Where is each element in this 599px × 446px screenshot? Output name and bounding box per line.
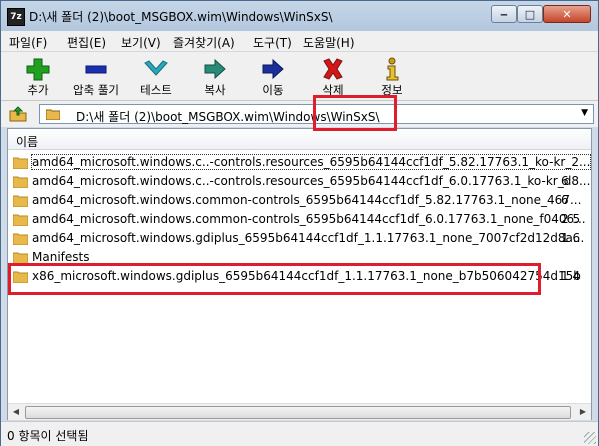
item-size: 1 6 [561,231,581,245]
app-window: 7z D:\새 폴더 (2)\boot_MSGBOX.wim\Windows\W… [0,0,599,446]
check-icon [144,60,168,76]
folder-icon [46,109,60,120]
folder-icon [13,233,28,245]
folder-up-icon[interactable] [9,106,27,122]
folder-icon [13,214,28,226]
horizontal-scrollbar[interactable]: ◀ ▶ [8,403,591,420]
list-item[interactable]: amd64_microsoft.windows.gdiplus_6595b641… [8,229,591,247]
info-button[interactable]: 정보 [364,54,420,98]
move-label: 이동 [262,83,284,97]
resize-grip-icon[interactable] [584,432,596,444]
test-button[interactable]: 테스트 [128,54,184,98]
menu-file[interactable]: 파일(F) [9,34,47,51]
scroll-left-icon[interactable]: ◀ [8,404,24,420]
add-label: 추가 [27,83,49,97]
copy-button[interactable]: 복사 [187,54,243,98]
maximize-button[interactable]: □ [517,5,543,23]
item-name: amd64_microsoft.windows.c..-controls.res… [30,154,591,170]
item-size: 2 5 [561,212,581,226]
list-item[interactable]: amd64_microsoft.windows.common-controls_… [8,191,591,209]
delete-button[interactable]: 삭제 [305,54,361,98]
address-bar: D:\새 폴더 (2)\boot_MSGBOX.wim\Windows\WinS… [1,101,598,127]
menu-favorites[interactable]: 즐겨찾기(A) [173,34,235,51]
copy-arrow-icon [204,58,226,80]
list-item[interactable]: amd64_microsoft.windows.c..-controls.res… [8,172,591,190]
item-name: amd64_microsoft.windows.common-controls_… [32,212,586,226]
column-name-label: 이름 [16,135,39,149]
menu-edit[interactable]: 편집(E) [67,34,106,51]
move-arrow-icon [262,58,284,80]
move-button[interactable]: 이동 [245,54,301,98]
title-bar[interactable]: 7z D:\새 폴더 (2)\boot_MSGBOX.wim\Windows\W… [1,1,598,31]
menu-help[interactable]: 도움말(H) [303,34,355,51]
menu-bar: 파일(F) 편집(E) 보기(V) 즐겨찾기(A) 도구(T) 도움말(H) [1,31,598,52]
copy-label: 복사 [204,83,226,97]
item-name: amd64_microsoft.windows.c..-controls.res… [32,174,591,188]
chevron-down-icon[interactable]: ▼ [581,108,588,118]
add-button[interactable]: 추가 [10,54,66,98]
delete-x-icon [323,58,343,80]
close-button[interactable]: ✕ [543,5,591,23]
highlight-box-address [313,95,397,131]
window-title: D:\새 폴더 (2)\boot_MSGBOX.wim\Windows\WinS… [29,10,333,24]
folder-icon [13,176,28,188]
scroll-right-icon[interactable]: ▶ [575,404,591,420]
scrollbar-thumb[interactable] [25,406,571,419]
list-item[interactable]: amd64_microsoft.windows.common-controls_… [8,210,591,228]
app-icon-7zip: 7z [7,8,25,26]
minimize-button[interactable]: ‒ [491,5,517,23]
test-label: 테스트 [140,83,172,97]
item-size: 1 4 [561,269,581,283]
item-name: Manifests [32,250,90,264]
status-text: 0 항목이 선택됨 [7,429,89,443]
item-name: amd64_microsoft.windows.common-controls_… [32,193,582,207]
toolbar: 추가 압축 풀기 테스트 복사 이동 삭제 정보 [1,52,598,101]
column-header-name[interactable]: 이름 [8,129,591,150]
item-size: 6 [561,193,569,207]
folder-icon [13,157,28,169]
item-name: amd64_microsoft.windows.gdiplus_6595b641… [32,231,585,245]
minus-icon [85,65,107,74]
plus-icon [26,58,50,81]
list-item[interactable]: amd64_microsoft.windows.c..-controls.res… [8,153,591,171]
menu-view[interactable]: 보기(V) [121,34,161,51]
status-bar: 0 항목이 선택됨 [1,421,598,446]
menu-tools[interactable]: 도구(T) [253,34,292,51]
info-icon [386,57,399,81]
extract-button[interactable]: 압축 풀기 [68,54,124,98]
highlight-box-row [8,263,541,295]
folder-icon [13,195,28,207]
extract-label: 압축 풀기 [73,83,119,97]
item-size: 6 [561,174,569,188]
